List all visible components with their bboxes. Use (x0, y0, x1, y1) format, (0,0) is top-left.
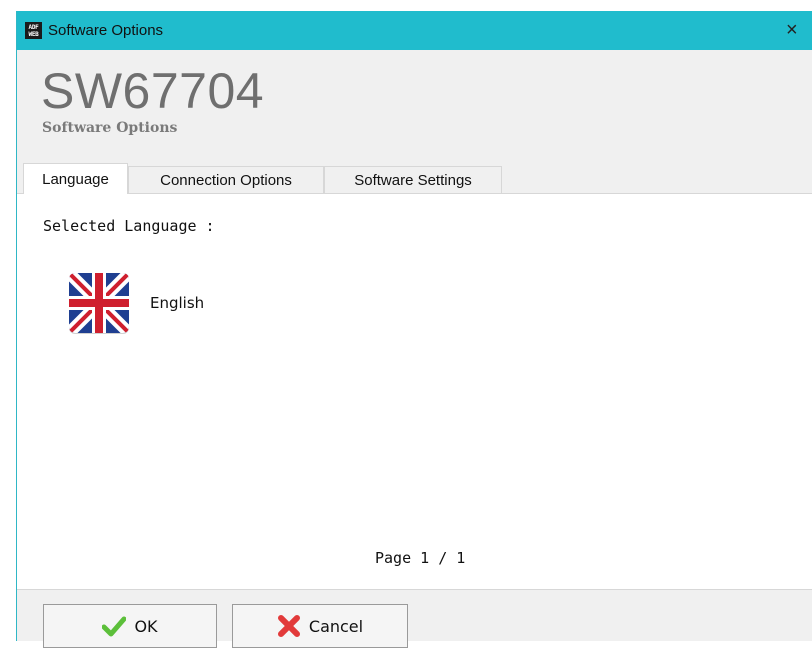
language-option-english[interactable]: English (68, 272, 204, 334)
title-bar[interactable]: ADF WEB Software Options × (17, 11, 812, 50)
tab-connection-options[interactable]: Connection Options (128, 166, 324, 193)
language-name: English (150, 294, 205, 312)
window-title: Software Options (48, 22, 164, 39)
cancel-label: Cancel (308, 616, 364, 636)
header-subtitle: Software Options (42, 120, 178, 136)
tab-language[interactable]: Language (23, 163, 128, 194)
header: SW67704 Software Options (17, 50, 812, 166)
uk-flag-icon (69, 273, 129, 334)
close-icon: × (786, 19, 798, 41)
ok-label: OK (134, 616, 158, 636)
close-button[interactable]: × (786, 11, 812, 50)
ok-button[interactable]: OK (43, 604, 217, 648)
checkmark-icon (102, 616, 127, 637)
footer: OK Cancel (17, 589, 812, 648)
tab-software-settings[interactable]: Software Settings (324, 166, 502, 193)
app-icon: ADF WEB (25, 22, 42, 39)
selected-language-label: Selected Language : (43, 217, 215, 235)
tab-bar: Language Connection Options Software Set… (17, 163, 812, 194)
software-options-window: ADF WEB Software Options × SW67704 Softw… (16, 11, 812, 648)
cancel-button[interactable]: Cancel (232, 604, 408, 648)
page-indicator: Page 1 / 1 (375, 549, 466, 567)
red-x-icon (277, 615, 300, 637)
language-panel: Selected Language : English Page 1 / 1 (17, 193, 812, 590)
app-icon-top-text: ADF (28, 24, 39, 31)
product-code: SW67704 (41, 63, 265, 119)
app-icon-bottom-text: WEB (28, 31, 39, 38)
